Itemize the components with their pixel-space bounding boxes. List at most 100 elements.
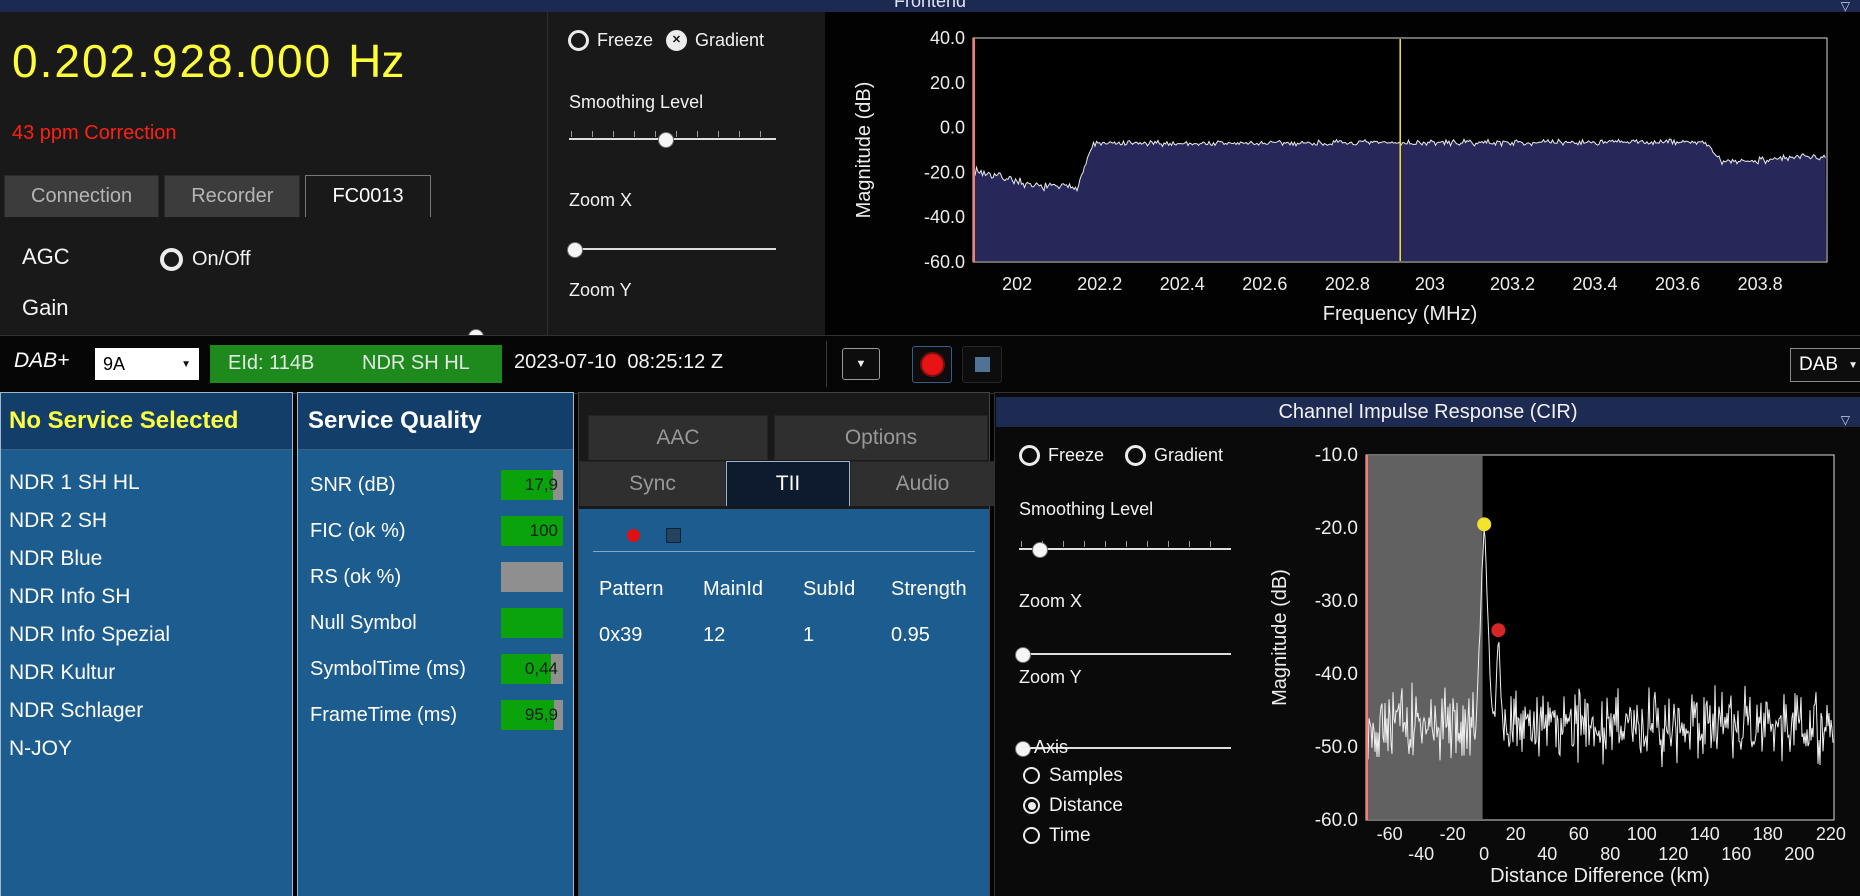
axis-label: 60 (1569, 824, 1589, 844)
tii-col-header: Pattern (599, 577, 664, 600)
sync-status-red-dot-icon (627, 528, 640, 542)
output-mode-dropdown[interactable]: DAB ▼ (1790, 348, 1860, 382)
quality-label: RS (ok %) (310, 565, 402, 588)
tii-col-header: SubId (803, 577, 856, 600)
axis-label: 80 (1600, 844, 1620, 864)
xaxis-option-time[interactable]: Time (1023, 825, 1123, 846)
frequency-unit: Hz (348, 35, 405, 87)
frontend-freeze-option[interactable]: Freeze (568, 30, 653, 51)
axis-label: 203 (1415, 274, 1445, 294)
ensemble-eid: EId: 114B (228, 352, 315, 374)
axis-label: 202.8 (1325, 274, 1370, 294)
quality-value-badge: 17,9 (501, 470, 563, 500)
quality-label: Null Symbol (310, 611, 417, 634)
zoom-x-label: Zoom X (1019, 591, 1083, 611)
quality-rows: SNR (dB) 17,9 FIC (ok %) 100 RS (ok %) Null S… (298, 450, 573, 738)
service-quality-header: Service Quality (298, 393, 573, 450)
stop-button[interactable] (962, 346, 1002, 383)
frontend-titlebar: Frontend ▽ (0, 0, 1860, 12)
cir-smoothing-slider[interactable] (1019, 539, 1231, 559)
zoom-x-label: Zoom X (569, 190, 633, 210)
cir-gradient-option[interactable]: Gradient (1125, 445, 1223, 466)
axis-label: 203.2 (1490, 274, 1535, 294)
axis-label: 200 (1784, 844, 1814, 864)
axis-label: Magnitude (dB) (1269, 569, 1291, 706)
axis-label: -20.0 (924, 162, 965, 182)
xaxis-option-distance[interactable]: Distance (1023, 795, 1123, 816)
service-item[interactable]: NDR Info Spezial (1, 616, 292, 654)
cir-zoom-x-slider[interactable] (1015, 644, 1231, 664)
record-button[interactable] (912, 346, 952, 383)
frequency-value: 0.202.928.000 (12, 35, 333, 87)
axis-label: 40.0 (930, 28, 965, 48)
quality-value: 0,44 (524, 659, 558, 678)
tii-cell: 0x39 (599, 623, 643, 646)
no-service-selected-label: No Service Selected (9, 407, 239, 434)
tuner-tabs: Connection Recorder FC0013 (4, 175, 431, 217)
frontend-controls: Freeze Gradient Smoothing Level Zoom X Z… (547, 12, 825, 368)
axis-label: 202.4 (1160, 274, 1205, 294)
tab-connection[interactable]: Connection (4, 175, 160, 217)
chart-shape (1477, 517, 1492, 532)
tab-fc0013[interactable]: FC0013 (305, 175, 431, 217)
decoder-tab-tii[interactable]: TII (726, 461, 850, 506)
service-item[interactable]: NDR Info SH (1, 578, 292, 616)
axis-label: -50.0 (1315, 737, 1358, 758)
channel-value: 9A (103, 353, 126, 374)
smoothing-level-slider[interactable] (569, 129, 776, 149)
tii-content: Pattern MainId SubId Strength 0x39 12 1 0.95 (579, 509, 989, 896)
decoder-tabs-row2: Sync TII Audio (579, 461, 995, 506)
axis-label: -30.0 (1315, 591, 1358, 612)
sync-status-square-icon (666, 527, 681, 543)
agc-label: AGC (22, 244, 70, 269)
frontend-gradient-option[interactable]: Gradient (666, 30, 764, 51)
axis-label: 20.0 (930, 73, 965, 93)
service-item[interactable]: NDR Blue (1, 540, 292, 578)
axis-label: 0 (1479, 844, 1489, 864)
service-item[interactable]: NDR 2 SH (1, 502, 292, 540)
decoder-tabs-row1: AAC Options (588, 415, 988, 460)
freeze-radio-icon (568, 30, 589, 51)
decoder-tab-audio[interactable]: Audio (850, 461, 995, 506)
agc-toggle-label: On/Off (192, 248, 251, 270)
tii-col-header: MainId (703, 577, 764, 600)
decoder-tab-options[interactable]: Options (774, 415, 988, 460)
agc-toggle-radio[interactable] (160, 248, 183, 271)
decoder-tab-aac[interactable]: AAC (588, 415, 768, 460)
divider (593, 551, 975, 552)
tii-cell: 1 (803, 623, 815, 646)
decoder-tab-sync[interactable]: Sync (579, 461, 726, 506)
slider-thumb[interactable] (567, 242, 584, 258)
quality-row: SymbolTime (ms) 0,44 (298, 646, 573, 692)
chevron-down-icon: ▼ (855, 358, 867, 370)
slider-thumb[interactable] (1032, 542, 1049, 558)
gradient-label: Gradient (1154, 445, 1224, 465)
zoom-x-slider[interactable] (567, 239, 776, 259)
axis-label: 100 (1627, 824, 1657, 844)
slider-track (569, 248, 776, 250)
slider-thumb[interactable] (1015, 647, 1032, 663)
slider-thumb[interactable] (658, 132, 675, 148)
axis-label: 203.8 (1738, 274, 1783, 294)
channel-dropdown[interactable]: 9A ▼ (95, 348, 199, 380)
axis-label: -60.0 (924, 252, 965, 272)
chart-shape (1491, 623, 1506, 638)
service-item[interactable]: NDR Kultur (1, 654, 292, 692)
service-item[interactable]: N-JOY (1, 730, 292, 768)
service-item[interactable]: NDR 1 SH HL (1, 464, 292, 502)
collapse-triangle-icon[interactable]: ▽ (1841, 0, 1850, 12)
smoothing-level-label: Smoothing Level (1019, 499, 1154, 519)
stop-icon (974, 357, 990, 372)
axis-label: 20 (1506, 824, 1526, 844)
xaxis-option-samples[interactable]: Samples (1023, 765, 1123, 786)
cir-freeze-option[interactable]: Freeze (1019, 445, 1104, 466)
output-mode-label: DAB (1799, 354, 1839, 375)
axis-label: 202.2 (1077, 274, 1122, 294)
service-item[interactable]: NDR Schlager (1, 692, 292, 730)
tii-cell: 12 (703, 623, 726, 646)
axis-label: 202.6 (1242, 274, 1287, 294)
axis-label: -40 (1408, 844, 1434, 864)
axis-label: 220 (1816, 824, 1846, 844)
record-options-dropdown[interactable]: ▼ (842, 348, 880, 380)
tab-recorder[interactable]: Recorder (164, 175, 301, 217)
